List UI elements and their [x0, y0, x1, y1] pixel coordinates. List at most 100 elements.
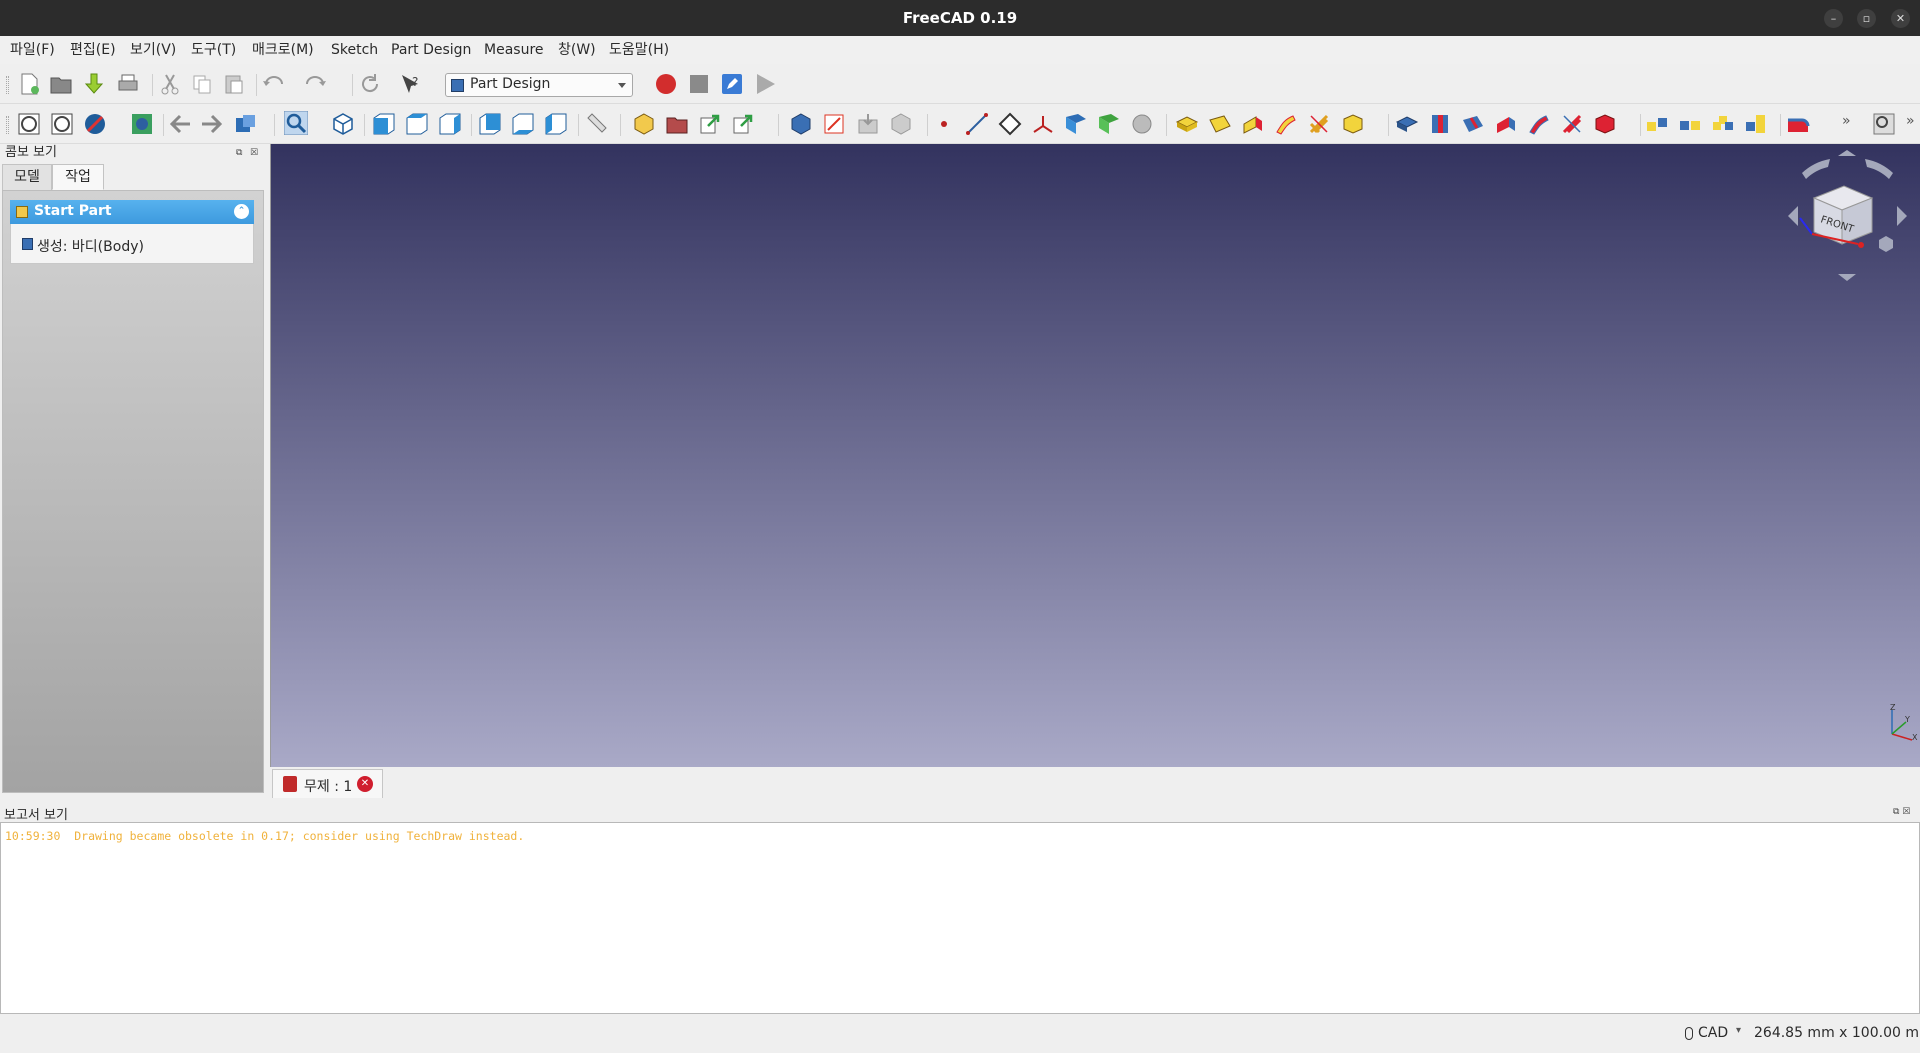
pocket-icon[interactable]	[1395, 112, 1419, 136]
additive-loft-icon[interactable]	[1241, 112, 1265, 136]
report-view[interactable]: 10:59:30 Drawing became obsolete in 0.17…	[0, 822, 1920, 1014]
create-sketch-icon[interactable]	[822, 112, 846, 136]
shape-binder-icon[interactable]	[1064, 112, 1088, 136]
linear-pattern-icon[interactable]	[1678, 112, 1702, 136]
datum-line-icon[interactable]	[965, 112, 989, 136]
new-document-icon[interactable]	[17, 72, 41, 96]
menu-measure[interactable]: Measure	[484, 40, 544, 60]
navigation-cube[interactable]: FRONT	[1780, 148, 1915, 288]
close-window-button[interactable]: ✕	[1891, 9, 1910, 28]
menu-tools[interactable]: 도구(T)	[191, 40, 236, 60]
cut-icon[interactable]	[158, 72, 182, 96]
open-folder-icon[interactable]	[49, 72, 73, 96]
subtractive-primitive-icon[interactable]	[1593, 112, 1617, 136]
task-box-header[interactable]: Start Part ⌃	[10, 200, 254, 224]
subtractive-loft-icon[interactable]	[1494, 112, 1518, 136]
minimize-button[interactable]: –	[1824, 9, 1843, 28]
create-body-icon[interactable]	[789, 112, 813, 136]
subtractive-pipe-icon[interactable]	[1527, 112, 1551, 136]
run-macro-icon[interactable]	[753, 72, 777, 96]
collapse-icon[interactable]: ⌃	[234, 204, 249, 219]
dock-float-icon[interactable]: ⧉	[236, 148, 242, 158]
refresh-icon[interactable]	[358, 72, 382, 96]
multi-transform-icon[interactable]	[1744, 112, 1768, 136]
edit-macro-icon[interactable]	[720, 72, 744, 96]
validate-sketch-icon[interactable]	[856, 112, 880, 136]
measure-distance-icon[interactable]	[584, 112, 608, 136]
sync-view-icon[interactable]	[234, 112, 258, 136]
local-coordinate-system-icon[interactable]	[1031, 112, 1055, 136]
left-view-icon[interactable]	[544, 112, 568, 136]
subtractive-helix-icon[interactable]	[1560, 112, 1584, 136]
bounding-box-icon[interactable]	[130, 112, 154, 136]
record-macro-icon[interactable]	[654, 72, 678, 96]
copy-icon[interactable]	[190, 72, 214, 96]
print-icon[interactable]	[116, 72, 140, 96]
bottom-view-icon[interactable]	[511, 112, 535, 136]
top-view-icon[interactable]	[405, 112, 429, 136]
isometric-view-icon[interactable]	[331, 112, 355, 136]
maximize-button[interactable]: ▫	[1857, 9, 1876, 28]
menu-help[interactable]: 도움말(H)	[609, 40, 669, 60]
whats-this-icon[interactable]: ?	[399, 72, 423, 96]
toolbar-overflow-icon[interactable]: »	[1842, 113, 1851, 129]
draw-style-icon[interactable]	[83, 112, 107, 136]
redo-icon[interactable]	[303, 72, 327, 96]
toolbar-overflow-icon[interactable]: »	[1906, 113, 1915, 129]
3d-view[interactable]	[270, 144, 1920, 767]
mirrored-icon[interactable]	[1645, 112, 1669, 136]
zoom-icon[interactable]	[284, 111, 308, 135]
dock-float-icon[interactable]: ⧉ ☒	[1893, 807, 1910, 817]
polar-pattern-icon[interactable]	[1711, 112, 1735, 136]
document-tab[interactable]: 무제 : 1 ✕	[272, 769, 383, 798]
back-arrow-icon[interactable]	[168, 112, 192, 136]
menu-sketch[interactable]: Sketch	[331, 40, 378, 60]
subshape-binder-icon[interactable]	[1097, 112, 1121, 136]
stop-macro-icon[interactable]	[687, 72, 711, 96]
measure-icon[interactable]	[1872, 112, 1896, 136]
menu-edit[interactable]: 편집(E)	[70, 40, 116, 60]
front-view-icon[interactable]	[372, 112, 396, 136]
rear-view-icon[interactable]	[478, 112, 502, 136]
menu-view[interactable]: 보기(V)	[130, 40, 176, 60]
undo-icon[interactable]	[262, 72, 286, 96]
create-part-icon[interactable]	[632, 112, 656, 136]
chevron-down-icon[interactable]: ▾	[1736, 1025, 1741, 1036]
additive-helix-icon[interactable]	[1307, 112, 1331, 136]
tab-tasks[interactable]: 작업	[52, 164, 104, 190]
create-group-icon[interactable]	[665, 112, 689, 136]
toolbar-grip[interactable]	[6, 76, 9, 94]
menu-bar: 파일(F) 편집(E) 보기(V) 도구(T) 매크로(M) Sketch Pa…	[0, 36, 1920, 64]
close-tab-icon[interactable]: ✕	[357, 776, 373, 792]
datum-plane-icon[interactable]	[998, 112, 1022, 136]
hole-icon[interactable]	[1428, 112, 1452, 136]
fillet-icon[interactable]	[1786, 112, 1810, 136]
navigation-style[interactable]: CAD	[1698, 1025, 1728, 1041]
right-view-icon[interactable]	[438, 112, 462, 136]
revolution-icon[interactable]	[1208, 112, 1232, 136]
fit-selection-icon[interactable]	[50, 112, 74, 136]
tab-model[interactable]: 모델	[2, 164, 52, 190]
workbench-selector[interactable]: Part Design	[445, 73, 633, 97]
link-actions-icon[interactable]	[731, 112, 755, 136]
menu-part-design[interactable]: Part Design	[391, 40, 471, 60]
fit-all-icon[interactable]	[17, 112, 41, 136]
datum-point-icon[interactable]	[932, 112, 956, 136]
menu-macro[interactable]: 매크로(M)	[252, 40, 314, 60]
additive-primitive-icon[interactable]	[1341, 112, 1365, 136]
paste-icon[interactable]	[222, 72, 246, 96]
groove-icon[interactable]	[1461, 112, 1485, 136]
dock-close-icon[interactable]: ☒	[250, 148, 258, 158]
forward-arrow-icon[interactable]	[200, 112, 224, 136]
clone-icon[interactable]	[1130, 112, 1154, 136]
create-link-icon[interactable]	[698, 112, 722, 136]
part-icon	[16, 206, 28, 218]
toolbar-grip[interactable]	[6, 116, 9, 134]
check-geometry-icon[interactable]	[889, 112, 913, 136]
create-body-link[interactable]: 생성: 바디(Body)	[37, 236, 144, 256]
menu-window[interactable]: 창(W)	[558, 40, 596, 60]
menu-file[interactable]: 파일(F)	[10, 40, 55, 60]
additive-pipe-icon[interactable]	[1274, 112, 1298, 136]
pad-icon[interactable]	[1175, 112, 1199, 136]
save-icon[interactable]	[82, 72, 106, 96]
